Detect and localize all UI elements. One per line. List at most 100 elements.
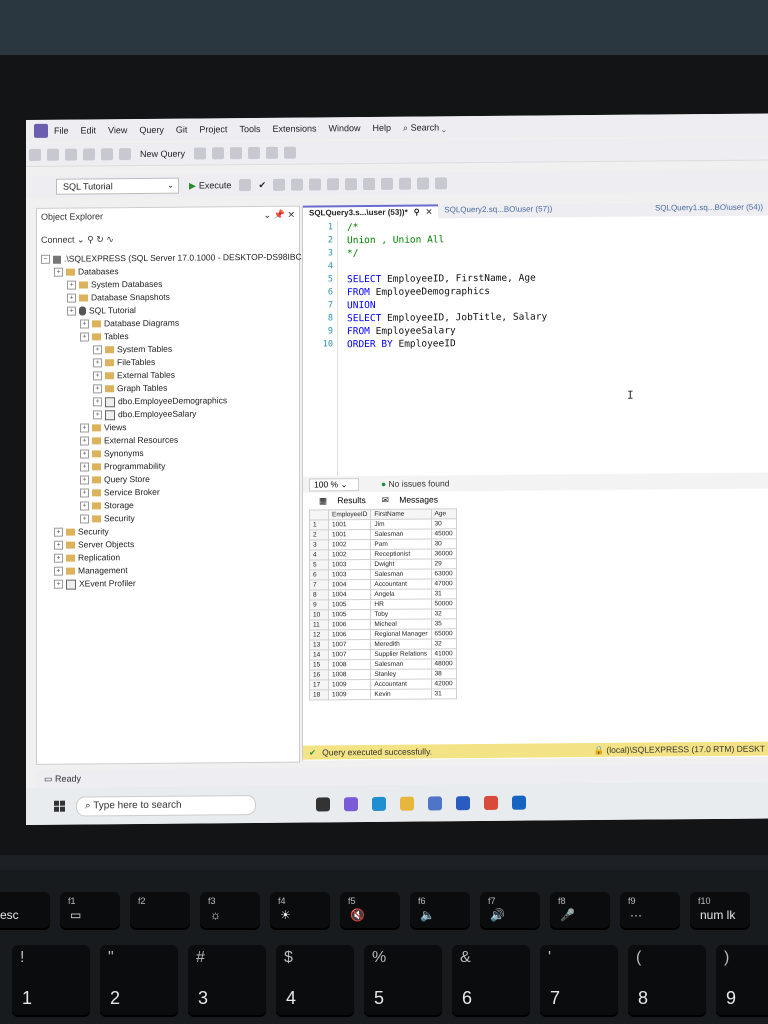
stop-icon[interactable] [239, 179, 252, 192]
close-icon[interactable]: ✕ [426, 207, 433, 216]
table-cell[interactable]: 29 [431, 558, 457, 569]
table-cell[interactable]: Dwight [370, 558, 432, 570]
taskbar-search[interactable]: ⌕ Type here to search [76, 794, 256, 817]
windows-start-icon[interactable] [54, 800, 66, 812]
include-plan-icon[interactable] [309, 178, 321, 191]
zoom-select[interactable]: 100 % ⌄ [309, 477, 359, 492]
table-cell[interactable]: 38 [431, 668, 457, 679]
expand-icon[interactable]: + [80, 449, 89, 459]
menu-edit[interactable]: Edit [81, 125, 97, 135]
table-row[interactable]: 18 1009 Kevin 31 [309, 688, 457, 701]
query-analysis-icon[interactable] [212, 147, 225, 160]
open-icon[interactable] [83, 148, 95, 161]
search-menu[interactable]: ⌕ Search ⌄ [403, 122, 446, 133]
table-cell[interactable]: 63000 [431, 568, 457, 579]
expand-icon[interactable]: + [54, 540, 63, 551]
back-icon[interactable] [29, 148, 41, 161]
expand-icon[interactable]: + [93, 410, 102, 420]
expand-icon[interactable]: + [67, 280, 76, 290]
new-file-icon[interactable] [65, 148, 77, 161]
table-cell[interactable]: 41000 [431, 648, 457, 659]
expand-icon[interactable]: + [80, 475, 89, 485]
activity-icon[interactable]: ∿ [106, 234, 114, 244]
expand-icon[interactable]: + [54, 553, 63, 564]
table-cell[interactable]: 1007 [328, 649, 371, 660]
query-db-icon[interactable] [194, 147, 207, 160]
table-cell[interactable]: Toby [370, 608, 432, 620]
expand-icon[interactable]: + [93, 358, 102, 368]
table-cell[interactable]: 1005 [328, 599, 371, 610]
table-cell[interactable]: 1005 [328, 609, 371, 620]
client-stats-icon[interactable] [327, 178, 339, 191]
table-cell[interactable]: 1006 [328, 619, 371, 630]
table-cell[interactable]: 1006 [328, 629, 371, 640]
menu-help[interactable]: Help [373, 123, 392, 133]
table-cell[interactable]: 1009 [328, 679, 371, 690]
tab-sqlquery2[interactable]: SQLQuery2.sq...BO\user (57)) [438, 203, 558, 218]
expand-icon[interactable]: + [67, 293, 76, 303]
save-icon[interactable] [101, 148, 113, 161]
table-cell[interactable]: 32 [431, 608, 457, 619]
more-icon[interactable] [284, 146, 297, 159]
expand-icon[interactable]: + [93, 371, 102, 381]
save-all-icon[interactable] [119, 148, 131, 161]
table-cell[interactable]: 1008 [328, 659, 371, 670]
table-cell[interactable]: 30 [431, 518, 457, 529]
expand-icon[interactable]: + [80, 462, 89, 472]
table-cell[interactable]: 1003 [328, 559, 371, 570]
table-cell[interactable]: 1003 [328, 569, 371, 580]
pin-icon[interactable]: ⚲ [414, 208, 420, 217]
column-header[interactable]: FirstName [370, 508, 432, 520]
table-cell[interactable]: Salesman [370, 568, 432, 580]
table-cell[interactable]: 35 [431, 618, 457, 629]
indent-icon[interactable] [417, 177, 429, 190]
expand-icon[interactable]: + [80, 423, 89, 433]
table-cell[interactable]: 50000 [431, 598, 457, 609]
comment-icon[interactable] [381, 177, 393, 190]
table-cell[interactable]: 36000 [431, 548, 457, 559]
database-select[interactable]: SQL Tutorial ⌄ [56, 177, 179, 195]
table-cell[interactable]: Meredith [370, 638, 432, 650]
table-cell[interactable]: 1004 [328, 589, 371, 600]
menu-extensions[interactable]: Extensions [272, 123, 316, 133]
menu-tools[interactable]: Tools [239, 124, 260, 134]
expand-icon[interactable]: + [93, 384, 102, 394]
expand-icon[interactable]: + [80, 332, 89, 342]
expand-icon[interactable]: + [93, 397, 102, 407]
estimated-plan-icon[interactable] [273, 178, 285, 191]
table-cell[interactable]: 1002 [328, 539, 371, 550]
tab-results[interactable]: ▦ Results [311, 495, 366, 506]
close-icon[interactable]: ✕ [287, 210, 295, 220]
table-cell[interactable]: 32 [431, 638, 457, 649]
table-cell[interactable]: Accountant [370, 678, 432, 690]
expand-icon[interactable]: + [93, 345, 102, 355]
chevron-down-icon[interactable]: ⌄ [264, 210, 272, 220]
filter-icon[interactable]: ⚲ [87, 234, 96, 244]
expand-icon[interactable]: + [80, 319, 89, 329]
tree-node[interactable]: + XEvent Profiler [37, 576, 299, 591]
refresh-icon[interactable]: ↻ [96, 234, 106, 244]
store-icon[interactable] [428, 795, 442, 810]
table-cell[interactable]: 65000 [431, 628, 457, 639]
find-icon[interactable] [266, 146, 279, 159]
table-cell[interactable]: 1007 [328, 639, 371, 650]
table-cell[interactable]: Regional Manager [370, 628, 432, 640]
table-cell[interactable]: Supplier Relations [370, 648, 432, 660]
tab-messages[interactable]: ✉ Messages [374, 494, 438, 506]
expand-icon[interactable]: + [54, 566, 63, 577]
table-cell[interactable]: 48000 [431, 658, 457, 669]
file-explorer-icon[interactable] [400, 796, 414, 811]
expand-icon[interactable]: + [80, 514, 89, 524]
table-cell[interactable]: 31 [431, 688, 457, 699]
column-header[interactable]: Age [431, 508, 457, 519]
expand-icon[interactable]: + [80, 501, 89, 511]
new-query-button[interactable]: New Query [140, 149, 185, 159]
table-cell[interactable]: 1001 [328, 529, 371, 540]
outlook-icon[interactable] [512, 795, 526, 810]
tab-sqlquery3[interactable]: SQLQuery3.s...\user (53))* ⚲ ✕ [303, 204, 439, 220]
results-grid[interactable]: EmployeeID FirstName Age 1 1001 Jim 30 2 1001 Sa… [309, 508, 457, 701]
copilot-icon[interactable] [344, 796, 358, 811]
ssms-icon[interactable] [456, 795, 470, 810]
menu-file[interactable]: File [54, 126, 69, 136]
table-cell[interactable]: 1002 [328, 549, 371, 560]
